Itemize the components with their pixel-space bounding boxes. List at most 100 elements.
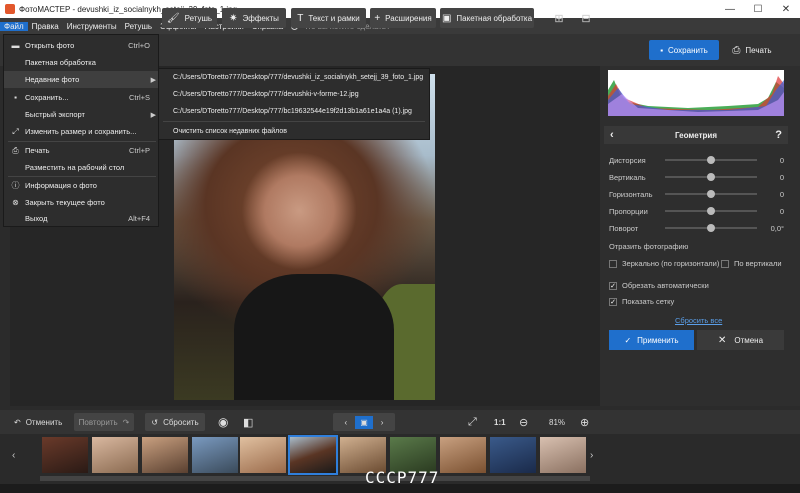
redo-button[interactable]: Повторить ↷ bbox=[74, 413, 134, 431]
filmstrip-next-icon[interactable]: › bbox=[590, 450, 593, 461]
slider-track[interactable] bbox=[665, 173, 757, 181]
maximize-button[interactable]: ☐ bbox=[744, 4, 772, 15]
sparkle-icon: ✷ bbox=[229, 12, 238, 24]
menu-close-photo[interactable]: ⊗ Закрыть текущее фото bbox=[4, 194, 160, 211]
prev-photo-icon[interactable]: ‹ bbox=[345, 418, 348, 427]
resize-icon: ⤢ bbox=[12, 127, 19, 136]
thumbnail[interactable] bbox=[240, 437, 286, 473]
reset-icon: ↺ bbox=[151, 417, 159, 427]
batch-processing-button[interactable]: ▣ Пакетная обработка bbox=[440, 8, 534, 28]
back-arrow-icon[interactable]: ‹ bbox=[610, 129, 614, 141]
vertical-slider[interactable]: Вертикаль 0 bbox=[609, 171, 784, 183]
reset-all-link[interactable]: Сбросить все bbox=[675, 316, 722, 325]
zoom-in-icon[interactable]: ⊕ bbox=[580, 413, 589, 431]
info-icon: ⓘ bbox=[11, 181, 20, 190]
thumbnail[interactable] bbox=[490, 437, 536, 473]
recent-file-item[interactable]: C:/Users/DToretto777/Desktop/777/devushk… bbox=[159, 69, 429, 86]
thumbnail[interactable] bbox=[540, 437, 586, 473]
plus-icon: + bbox=[374, 12, 381, 24]
cancel-button[interactable]: ✕ Отмена bbox=[697, 330, 784, 350]
auto-crop-checkbox[interactable]: ✓ Обрезать автоматически bbox=[609, 281, 709, 290]
remove-layer-icon[interactable]: ⊟ bbox=[575, 8, 597, 28]
floppy-icon: ▪ bbox=[660, 45, 664, 55]
menu-print[interactable]: ⎙ Печать Ctrl+P bbox=[4, 142, 160, 159]
add-layer-icon[interactable]: ⊞ bbox=[548, 8, 570, 28]
slider-track[interactable] bbox=[665, 207, 757, 215]
checkmark-icon[interactable]: ✓ bbox=[609, 281, 617, 290]
close-window-button[interactable]: ✕ bbox=[772, 4, 800, 15]
retouch-button[interactable]: 🖌 Ретушь bbox=[162, 8, 217, 28]
slider-track[interactable] bbox=[665, 224, 757, 232]
slider-knob[interactable] bbox=[707, 207, 715, 215]
clear-recent-button[interactable]: Очистить список недавних файлов bbox=[159, 123, 429, 140]
menu-tools[interactable]: Инструменты bbox=[63, 22, 121, 31]
thumbnail[interactable] bbox=[192, 437, 238, 473]
text-frames-button[interactable]: T Текст и рамки bbox=[291, 8, 366, 28]
actual-size-button[interactable]: 1:1 bbox=[494, 413, 506, 431]
mirror-label: Отразить фотографию bbox=[609, 242, 689, 251]
compare-icon[interactable]: ◧ bbox=[243, 413, 253, 431]
rotation-slider[interactable]: Поворот 0,0° bbox=[609, 222, 784, 234]
thumbnail[interactable] bbox=[142, 437, 188, 473]
submenu-arrow-icon: ▶ bbox=[150, 111, 156, 119]
gallery-icon[interactable]: ▣ bbox=[355, 415, 373, 429]
slider-knob[interactable] bbox=[707, 190, 715, 198]
submenu-separator bbox=[163, 121, 425, 122]
check-icon: ✓ bbox=[624, 335, 632, 345]
next-photo-icon[interactable]: › bbox=[381, 418, 384, 427]
thumbnail[interactable] bbox=[42, 437, 88, 473]
menu-resize-save[interactable]: ⤢ Изменить размер и сохранить... bbox=[4, 123, 160, 140]
save-icon: ▪ bbox=[14, 93, 17, 102]
minimize-button[interactable]: — bbox=[716, 4, 744, 15]
histogram-graph bbox=[608, 76, 784, 116]
thumbnail[interactable] bbox=[440, 437, 486, 473]
reset-button[interactable]: ↺ Сбросить bbox=[145, 413, 205, 431]
menu-recent-photos[interactable]: Недавние фото ▶ bbox=[4, 71, 160, 88]
proportions-slider[interactable]: Пропорции 0 bbox=[609, 205, 784, 217]
menu-edit[interactable]: Правка bbox=[28, 22, 63, 31]
mirror-vertical-checkbox[interactable]: По вертикали bbox=[721, 259, 782, 268]
slider-track[interactable] bbox=[665, 156, 757, 164]
undo-button[interactable]: ↶ Отменить bbox=[14, 413, 62, 431]
zoom-out-icon[interactable]: ⊖ bbox=[519, 413, 528, 431]
printer-icon: ⎙ bbox=[12, 146, 19, 155]
print-button[interactable]: ⎙ Печать bbox=[722, 40, 782, 60]
menu-save[interactable]: ▪ Сохранить... Ctrl+S bbox=[4, 89, 160, 106]
checkbox-box[interactable] bbox=[609, 259, 617, 268]
extensions-button[interactable]: + Расширения bbox=[370, 8, 436, 28]
slider-knob[interactable] bbox=[707, 156, 715, 164]
filmstrip-prev-icon[interactable]: ‹ bbox=[12, 450, 15, 461]
slider-knob[interactable] bbox=[707, 173, 715, 181]
mirror-horizontal-checkbox[interactable]: Зеркально (по горизонтали) bbox=[609, 259, 719, 268]
menu-file[interactable]: Файл bbox=[0, 21, 28, 31]
checkmark-icon[interactable]: ✓ bbox=[609, 297, 617, 306]
menu-batch[interactable]: Пакетная обработка bbox=[4, 54, 160, 71]
recent-file-item[interactable]: C:/Users/DToretto777/Desktop/777/bc19632… bbox=[159, 103, 429, 120]
menu-open-photo[interactable]: ▬ Открыть фото Ctrl+O bbox=[4, 37, 160, 54]
recent-file-item[interactable]: C:/Users/DToretto777/Desktop/777/devushk… bbox=[159, 86, 429, 103]
histogram bbox=[608, 70, 784, 116]
submenu-arrow-icon: ▶ bbox=[150, 76, 156, 84]
save-button[interactable]: ▪ Сохранить bbox=[649, 40, 719, 60]
redo-icon: ↷ bbox=[122, 417, 130, 427]
menu-photo-info[interactable]: ⓘ Информация о фото bbox=[4, 177, 160, 194]
geometry-header: ‹ Геометрия ? bbox=[604, 126, 788, 144]
apply-button[interactable]: ✓ Применить bbox=[609, 330, 694, 350]
slider-knob[interactable] bbox=[707, 224, 715, 232]
thumbnail[interactable] bbox=[92, 437, 138, 473]
show-grid-checkbox[interactable]: ✓ Показать сетку bbox=[609, 297, 674, 306]
thumbnail-selected[interactable] bbox=[288, 435, 338, 475]
slider-track[interactable] bbox=[665, 190, 757, 198]
help-icon[interactable]: ? bbox=[775, 129, 782, 141]
fit-screen-icon[interactable]: ⤢ bbox=[468, 413, 477, 431]
menu-retouch[interactable]: Ретушь bbox=[121, 22, 157, 31]
checkbox-box[interactable] bbox=[721, 259, 729, 268]
distortion-slider[interactable]: Дисторсия 0 bbox=[609, 154, 784, 166]
horizontal-slider[interactable]: Горизонталь 0 bbox=[609, 188, 784, 200]
filmstrip-scrollbar[interactable] bbox=[40, 476, 590, 481]
effects-button[interactable]: ✷ Эффекты bbox=[222, 8, 286, 28]
menu-quick-export[interactable]: Быстрый экспорт ▶ bbox=[4, 106, 160, 123]
eye-icon[interactable]: ◉ bbox=[218, 413, 228, 431]
menu-set-desktop[interactable]: Разместить на рабочий стол bbox=[4, 159, 160, 176]
menu-exit[interactable]: Выход Alt+F4 bbox=[4, 210, 160, 227]
